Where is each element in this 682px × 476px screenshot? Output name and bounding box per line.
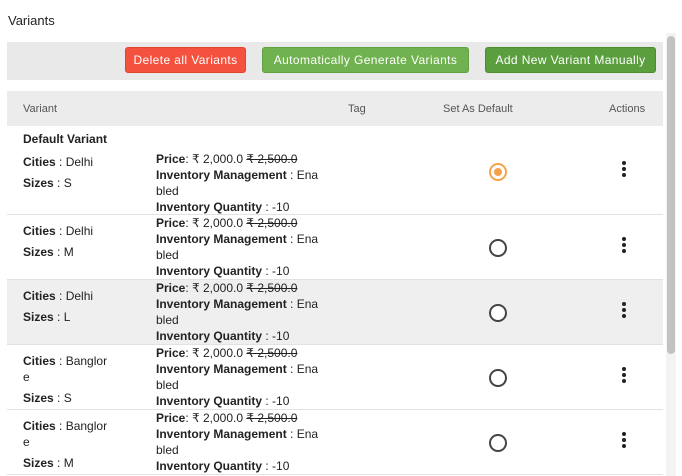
variants-table-header: Variant Tag Set As Default Actions <box>7 91 663 126</box>
generate-variants-button[interactable]: Automatically Generate Variants <box>262 47 469 73</box>
variant-cities-wrap: e <box>23 370 30 384</box>
variant-inventory-quantity: Inventory Quantity : -10 <box>156 200 290 214</box>
table-row: Cities : Delhi Sizes : L Price: ₹ 2,000.0 … <box>7 280 663 345</box>
variant-cities-wrap: e <box>23 435 30 449</box>
variant-inventory-management: Inventory Management : Ena <box>156 362 319 376</box>
variant-price: Price: ₹ 2,000.0 ₹ 2,500.0 <box>156 216 298 230</box>
variant-inventory-quantity: Inventory Quantity : -10 <box>156 394 290 408</box>
variant-inventory-quantity: Inventory Quantity : -10 <box>156 459 290 473</box>
add-variant-manually-button[interactable]: Add New Variant Manually <box>485 47 656 73</box>
header-variant: Variant <box>23 103 58 115</box>
kebab-menu-icon[interactable] <box>619 366 629 384</box>
vertical-scrollbar[interactable] <box>666 33 676 476</box>
variant-cities: Cities : Delhi <box>23 224 94 238</box>
variant-sizes: Sizes : M <box>23 245 74 259</box>
table-row: Default Variant Cities : Delhi Sizes : S Pr… <box>7 126 663 215</box>
set-default-radio[interactable] <box>489 304 507 322</box>
variant-inventory-quantity: Inventory Quantity : -10 <box>156 329 290 343</box>
variant-inventory-management-wrap: bled <box>156 313 179 327</box>
kebab-menu-icon[interactable] <box>619 236 629 254</box>
variant-sizes: Sizes : S <box>23 391 72 405</box>
variant-sizes: Sizes : L <box>23 310 71 324</box>
variant-cities: Cities : Banglor <box>23 419 108 433</box>
variant-price: Price: ₹ 2,000.0 ₹ 2,500.0 <box>156 411 298 425</box>
set-default-radio[interactable] <box>489 369 507 387</box>
set-default-radio[interactable] <box>489 239 507 257</box>
delete-all-variants-button[interactable]: Delete all Variants <box>125 47 246 73</box>
variant-price: Price: ₹ 2,000.0 ₹ 2,500.0 <box>156 281 298 295</box>
kebab-menu-icon[interactable] <box>619 160 629 178</box>
variant-cities: Cities : Delhi <box>23 289 94 303</box>
variant-cities: Cities : Delhi <box>23 155 94 169</box>
variant-inventory-management-wrap: bled <box>156 443 179 457</box>
original-price: ₹ 2,500.0 <box>246 216 298 230</box>
variant-inventory-management-wrap: bled <box>156 184 179 198</box>
original-price: ₹ 2,500.0 <box>246 411 298 425</box>
variant-inventory-management: Inventory Management : Ena <box>156 427 319 441</box>
variant-inventory-management: Inventory Management : Ena <box>156 297 319 311</box>
variant-inventory-management: Inventory Management : Ena <box>156 168 319 182</box>
scrollbar-thumb[interactable] <box>667 36 675 354</box>
variant-inventory-management-wrap: bled <box>156 248 179 262</box>
kebab-menu-icon[interactable] <box>619 431 629 449</box>
set-default-radio[interactable] <box>489 163 507 181</box>
set-default-radio[interactable] <box>489 434 507 452</box>
variant-inventory-quantity: Inventory Quantity : -10 <box>156 264 290 278</box>
original-price: ₹ 2,500.0 <box>246 281 298 295</box>
kebab-menu-icon[interactable] <box>619 301 629 319</box>
table-row: Cities : Banglor e Sizes : S Price: ₹ 2,000… <box>7 345 663 410</box>
section-title: Variants <box>8 13 55 28</box>
variant-cities: Cities : Banglor <box>23 354 108 368</box>
header-set-default: Set As Default <box>443 103 513 115</box>
original-price: ₹ 2,500.0 <box>246 152 298 166</box>
variant-price: Price: ₹ 2,000.0 ₹ 2,500.0 <box>156 152 298 166</box>
original-price: ₹ 2,500.0 <box>246 346 298 360</box>
variant-price: Price: ₹ 2,000.0 ₹ 2,500.0 <box>156 346 298 360</box>
default-variant-label: Default Variant <box>23 132 108 146</box>
header-actions: Actions <box>609 103 646 115</box>
variant-inventory-management: Inventory Management : Ena <box>156 232 319 246</box>
variant-sizes: Sizes : M <box>23 456 74 470</box>
table-row: Cities : Banglor e Sizes : M Price: ₹ 2,000… <box>7 410 663 475</box>
variant-sizes: Sizes : S <box>23 176 72 190</box>
variant-inventory-management-wrap: bled <box>156 378 179 392</box>
table-row: Cities : Delhi Sizes : M Price: ₹ 2,000.0 … <box>7 215 663 280</box>
variants-toolbar: Delete all Variants Automatically Genera… <box>7 42 663 80</box>
header-tag: Tag <box>348 103 366 115</box>
